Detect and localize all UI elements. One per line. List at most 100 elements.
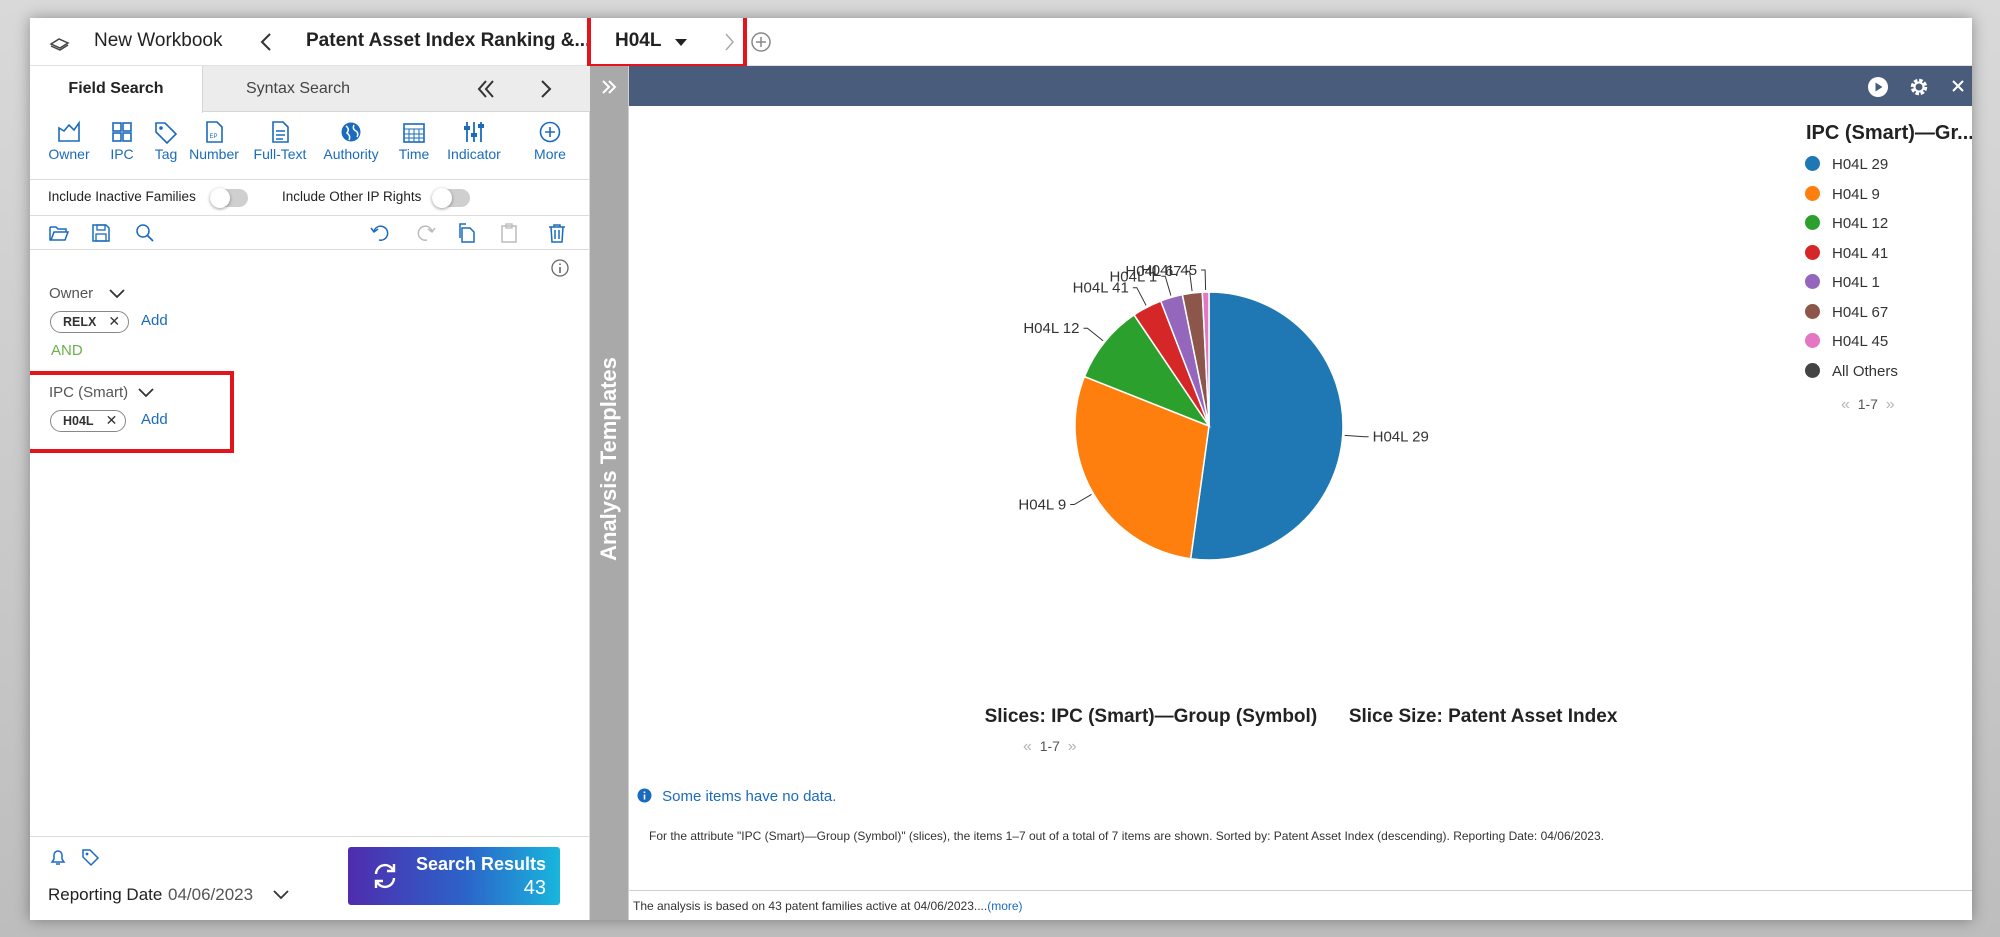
more-tool-label: More (534, 146, 566, 162)
status-text: The analysis is based on 43 patent famil… (633, 899, 988, 913)
highlight-ipc-criterion (30, 371, 234, 453)
info-note-text: Some items have no data. (662, 788, 837, 805)
undo-icon[interactable] (370, 223, 392, 243)
legend-label: H04L 45 (1832, 333, 1889, 350)
tab-field-search[interactable]: Field Search (30, 66, 203, 113)
chart-fine-print: For the attribute "IPC (Smart)—Group (Sy… (649, 829, 1604, 843)
owner-chip[interactable]: RELX ✕ (50, 311, 130, 333)
legend-swatch (1805, 362, 1820, 378)
add-tab-icon[interactable] (750, 31, 772, 53)
calendar-icon (403, 123, 425, 143)
include-other-ip-toggle[interactable] (432, 188, 470, 208)
owner-add-link[interactable]: Add (141, 312, 168, 329)
collapse-double-left-icon[interactable] (475, 78, 497, 100)
legend-item[interactable]: H04L 9 (1805, 185, 1880, 203)
time-tool-button[interactable]: Time (394, 120, 434, 162)
highlight-active-tab (587, 18, 747, 68)
authority-tool-label: Authority (323, 146, 379, 162)
analysis-templates-strip[interactable]: Analysis Templates (590, 66, 628, 920)
and-operator[interactable]: AND (51, 342, 83, 359)
pie-slice-label: H04L 12 (1023, 320, 1079, 337)
tab-syntax-search[interactable]: Syntax Search (203, 66, 393, 112)
owner-tool-label: Owner (48, 146, 90, 162)
svg-text:EP: EP (210, 134, 218, 140)
legend-item[interactable]: H04L 12 (1805, 215, 1888, 232)
remove-chip-icon[interactable]: ✕ (108, 313, 120, 329)
chevron-down-icon[interactable] (108, 288, 126, 300)
legend-title: IPC (Smart)—Gr... (1806, 122, 1972, 144)
reporting-date-value[interactable]: 04/06/2023 (168, 885, 253, 905)
tag-icon[interactable] (80, 847, 100, 867)
chevron-down-icon[interactable] (272, 889, 290, 901)
breadcrumb-title[interactable]: Patent Asset Index Ranking &... (306, 30, 590, 52)
info-icon[interactable] (550, 258, 570, 278)
paste-icon[interactable] (498, 223, 520, 243)
double-chevron-right-icon[interactable]: » (1068, 738, 1077, 755)
bell-icon[interactable] (48, 847, 68, 867)
legend-item[interactable]: H04L 45 (1805, 333, 1888, 350)
expand-double-right-icon[interactable] (600, 78, 618, 96)
owner-criterion-label[interactable]: Owner (49, 285, 93, 302)
slice-size-caption: Slice Size: Patent Asset Index (1348, 706, 1618, 727)
number-tool-button[interactable]: EP Number (186, 120, 242, 162)
search-footer: Reporting Date 04/06/2023 Search Results… (30, 836, 590, 920)
more-tool-button[interactable]: More (530, 120, 570, 162)
include-inactive-label: Include Inactive Families (48, 189, 196, 204)
double-chevron-left-icon[interactable]: « (1023, 738, 1032, 755)
legend-label: H04L 9 (1832, 185, 1880, 203)
legend-item[interactable]: H04L 67 (1805, 303, 1889, 321)
refresh-icon (374, 863, 396, 889)
pie-slice-label: H04L 29 (1373, 429, 1429, 446)
redo-icon[interactable] (414, 223, 436, 243)
ipc-tool-label: IPC (110, 146, 134, 162)
full-text-tool-button[interactable]: Full-Text (250, 120, 310, 162)
legend-pager-range: 1-7 (1857, 396, 1878, 412)
include-other-ip-label: Include Other IP Rights (282, 189, 422, 204)
query-actions-row (30, 216, 590, 250)
search-results-button[interactable]: Search Results 43 (348, 847, 560, 905)
globe-icon (341, 122, 361, 142)
legend-label: H04L 29 (1832, 156, 1889, 173)
double-chevron-left-icon[interactable]: « (1841, 396, 1850, 413)
pie-leader-line (1070, 494, 1092, 506)
play-icon[interactable] (1867, 76, 1889, 98)
chevron-right-icon[interactable] (535, 78, 557, 100)
owner-icon (58, 120, 80, 142)
owner-tool-button[interactable]: Owner (46, 120, 92, 162)
document-icon (272, 121, 289, 143)
options-row: Include Inactive Families Include Other … (30, 180, 590, 216)
window-frame: New Workbook Patent Asset Index Ranking … (0, 0, 2000, 937)
grid-icon (112, 122, 132, 142)
search-preview-icon[interactable] (134, 223, 156, 243)
tag-tool-button[interactable]: Tag (148, 120, 184, 162)
more-link[interactable]: (more) (987, 899, 1022, 913)
close-icon[interactable] (1951, 79, 1965, 93)
legend-label: H04L 67 (1832, 303, 1889, 321)
include-inactive-toggle[interactable] (210, 188, 248, 208)
pie-leader-line (1132, 287, 1147, 306)
copy-icon[interactable] (456, 223, 478, 243)
workbook-icon[interactable] (48, 32, 70, 52)
time-tool-label: Time (398, 146, 430, 162)
top-bar: New Workbook Patent Asset Index Ranking … (30, 18, 1972, 68)
workbook-label[interactable]: New Workbook (94, 30, 222, 52)
pie-slice-h04l-29[interactable] (1189, 291, 1344, 561)
authority-tool-button[interactable]: Authority (316, 120, 386, 162)
legend-item[interactable]: All Others (1805, 362, 1898, 380)
gear-icon[interactable] (1907, 75, 1931, 99)
chart-panel: H04L 29 H04L 9 H04L 12 H04L 41 H04L 1 H04L 67… (628, 66, 1972, 920)
save-icon[interactable] (90, 223, 112, 243)
indicator-tool-button[interactable]: Indicator (444, 120, 504, 162)
legend-swatch (1805, 185, 1820, 201)
trash-icon[interactable] (546, 223, 568, 243)
legend-item[interactable]: H04L 1 (1805, 274, 1880, 291)
double-chevron-right-icon[interactable]: » (1886, 396, 1895, 413)
legend-item[interactable]: H04L 41 (1805, 244, 1888, 262)
chevron-left-icon[interactable] (256, 32, 278, 52)
criteria-toolbar: Owner IPC Tag EP Number Full-Text Author… (30, 112, 590, 180)
legend-item[interactable]: H04L 29 (1805, 156, 1888, 173)
ipc-tool-button[interactable]: IPC (104, 120, 140, 162)
legend-swatch (1805, 156, 1820, 171)
slices-caption: Slices: IPC (Smart)—Group (Symbol) (984, 706, 1318, 727)
open-folder-icon[interactable] (48, 223, 70, 243)
